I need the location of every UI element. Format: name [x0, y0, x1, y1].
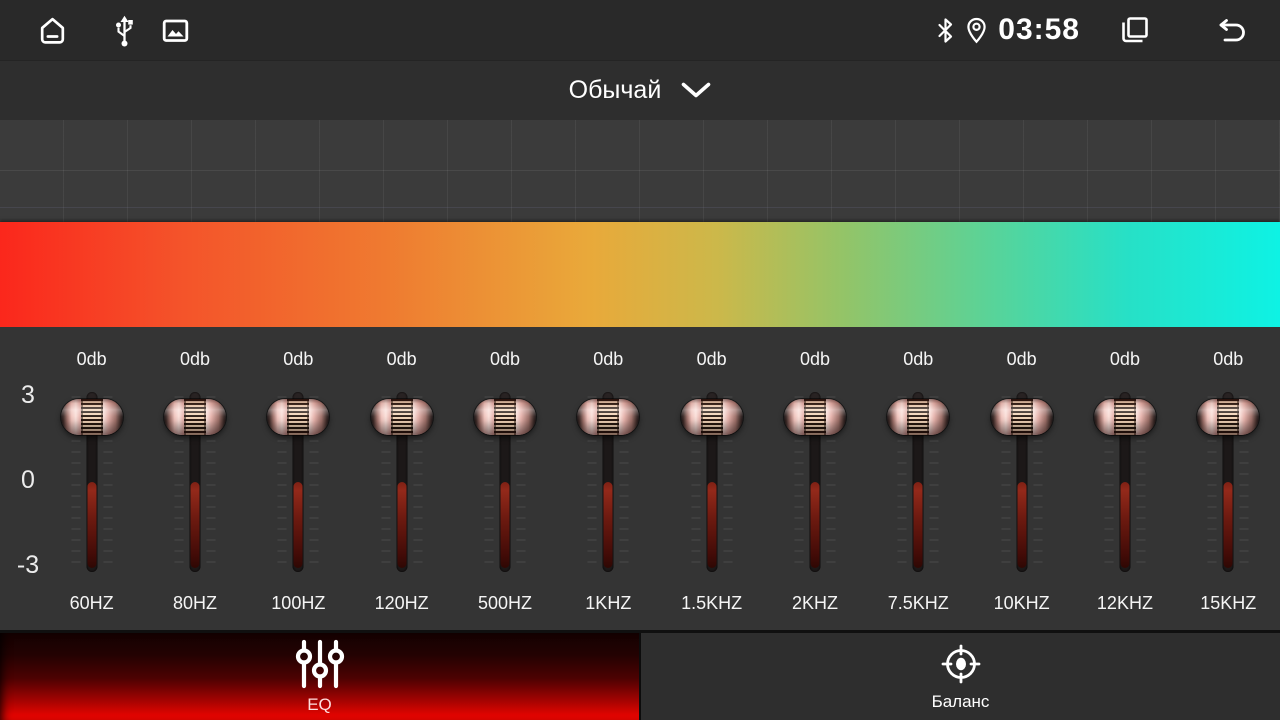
band-slider-fill: [294, 482, 303, 568]
status-bar-left: [36, 0, 189, 60]
knob-ribs: [1114, 399, 1136, 435]
eq-band-500hz: 0db 500HZ: [453, 327, 556, 630]
knob-ribs: [701, 399, 723, 435]
eq-band-12khz: 0db 12KHZ: [1073, 327, 1176, 630]
band-slider-knob[interactable]: [1094, 399, 1156, 435]
band-frequency-label: 7.5KHZ: [867, 593, 970, 614]
eq-band-10khz: 0db 10KHZ: [970, 327, 1073, 630]
balance-target-icon: [938, 641, 984, 687]
status-bar: 03:58: [0, 0, 1280, 60]
gallery-icon[interactable]: [162, 17, 189, 44]
band-slider-fill: [397, 482, 406, 568]
band-slider-fill: [604, 482, 613, 568]
band-slider-knob[interactable]: [371, 399, 433, 435]
band-slider-knob[interactable]: [474, 399, 536, 435]
band-frequency-label: 15KHZ: [1177, 593, 1280, 614]
eq-bands: 0db 60HZ 0db 80HZ 0db 100HZ 0db: [40, 327, 1280, 630]
band-value: 0db: [763, 349, 866, 370]
home-icon[interactable]: [36, 14, 69, 47]
band-slider-knob[interactable]: [577, 399, 639, 435]
back-arrow-icon[interactable]: [1214, 15, 1250, 45]
knob-ribs: [907, 399, 929, 435]
band-value: 0db: [247, 349, 350, 370]
knob-ribs: [597, 399, 619, 435]
band-value: 0db: [660, 349, 763, 370]
band-slider-knob[interactable]: [164, 399, 226, 435]
band-slider-fill: [914, 482, 923, 568]
band-frequency-label: 80HZ: [143, 593, 246, 614]
chevron-down-icon: [681, 82, 711, 99]
band-frequency-label: 1KHZ: [557, 593, 660, 614]
band-slider-knob[interactable]: [887, 399, 949, 435]
preset-name: Обычай: [569, 76, 662, 105]
overlapping-windows-icon[interactable]: [1118, 13, 1152, 47]
band-value: 0db: [1177, 349, 1280, 370]
band-frequency-label: 60HZ: [40, 593, 143, 614]
band-slider-knob[interactable]: [1197, 399, 1259, 435]
knob-ribs: [1217, 399, 1239, 435]
band-slider-knob[interactable]: [61, 399, 123, 435]
eq-band-60hz: 0db 60HZ: [40, 327, 143, 630]
band-frequency-label: 120HZ: [350, 593, 453, 614]
band-slider-knob[interactable]: [681, 399, 743, 435]
bluetooth-icon: [935, 16, 956, 45]
band-slider-fill: [707, 482, 716, 568]
knob-ribs: [184, 399, 206, 435]
status-bar-right: 03:58: [935, 0, 1250, 60]
band-slider-fill: [87, 482, 96, 568]
band-slider-fill: [1017, 482, 1026, 568]
band-slider-fill: [190, 482, 199, 568]
tab-eq[interactable]: EQ: [0, 633, 639, 720]
band-frequency-label: 1.5KHZ: [660, 593, 763, 614]
knob-ribs: [494, 399, 516, 435]
band-value: 0db: [143, 349, 246, 370]
usb-icon[interactable]: [113, 13, 136, 48]
band-frequency-label: 12KHZ: [1073, 593, 1176, 614]
eq-band-1khz: 0db 1KHZ: [557, 327, 660, 630]
spectrum-gradient-bar: [0, 222, 1280, 327]
band-slider-fill: [810, 482, 819, 568]
band-value: 0db: [1073, 349, 1176, 370]
knob-ribs: [81, 399, 103, 435]
band-value: 0db: [453, 349, 556, 370]
band-slider-fill: [1120, 482, 1129, 568]
head-unit-equalizer-screen: 03:58 Обычай: [0, 0, 1280, 720]
tab-balance-label: Баланс: [932, 692, 990, 712]
band-frequency-label: 10KHZ: [970, 593, 1073, 614]
location-icon: [965, 16, 988, 45]
band-value: 0db: [40, 349, 143, 370]
knob-ribs: [391, 399, 413, 435]
eq-band-2khz: 0db 2KHZ: [763, 327, 866, 630]
eq-band-80hz: 0db 80HZ: [143, 327, 246, 630]
eq-sliders-icon: [295, 638, 345, 690]
eq-band-15khz: 0db 15KHZ: [1177, 327, 1280, 630]
band-slider-knob[interactable]: [267, 399, 329, 435]
band-slider-knob[interactable]: [784, 399, 846, 435]
tab-balance[interactable]: Баланс: [639, 633, 1280, 720]
bottom-tab-bar: EQ Баланс: [0, 630, 1280, 720]
clock: 03:58: [998, 13, 1080, 47]
band-slider-knob[interactable]: [991, 399, 1053, 435]
band-slider-fill: [1224, 482, 1233, 568]
band-value: 0db: [350, 349, 453, 370]
band-value: 0db: [867, 349, 970, 370]
eq-band-7-5khz: 0db 7.5KHZ: [867, 327, 970, 630]
eq-band-100hz: 0db 100HZ: [247, 327, 350, 630]
spectrum-grid: [0, 120, 1280, 222]
band-frequency-label: 2KHZ: [763, 593, 866, 614]
eq-band-120hz: 0db 120HZ: [350, 327, 453, 630]
band-value: 0db: [970, 349, 1073, 370]
eq-band-1-5khz: 0db 1.5KHZ: [660, 327, 763, 630]
band-value: 0db: [557, 349, 660, 370]
preset-selector[interactable]: Обычай: [0, 60, 1280, 120]
band-slider-fill: [500, 482, 509, 568]
equalizer-panel: 3 0 -3 0db 60HZ 0db 80HZ 0db 100HZ: [0, 327, 1280, 630]
knob-ribs: [287, 399, 309, 435]
band-frequency-label: 100HZ: [247, 593, 350, 614]
band-frequency-label: 500HZ: [453, 593, 556, 614]
knob-ribs: [804, 399, 826, 435]
tab-eq-label: EQ: [307, 695, 332, 715]
knob-ribs: [1011, 399, 1033, 435]
